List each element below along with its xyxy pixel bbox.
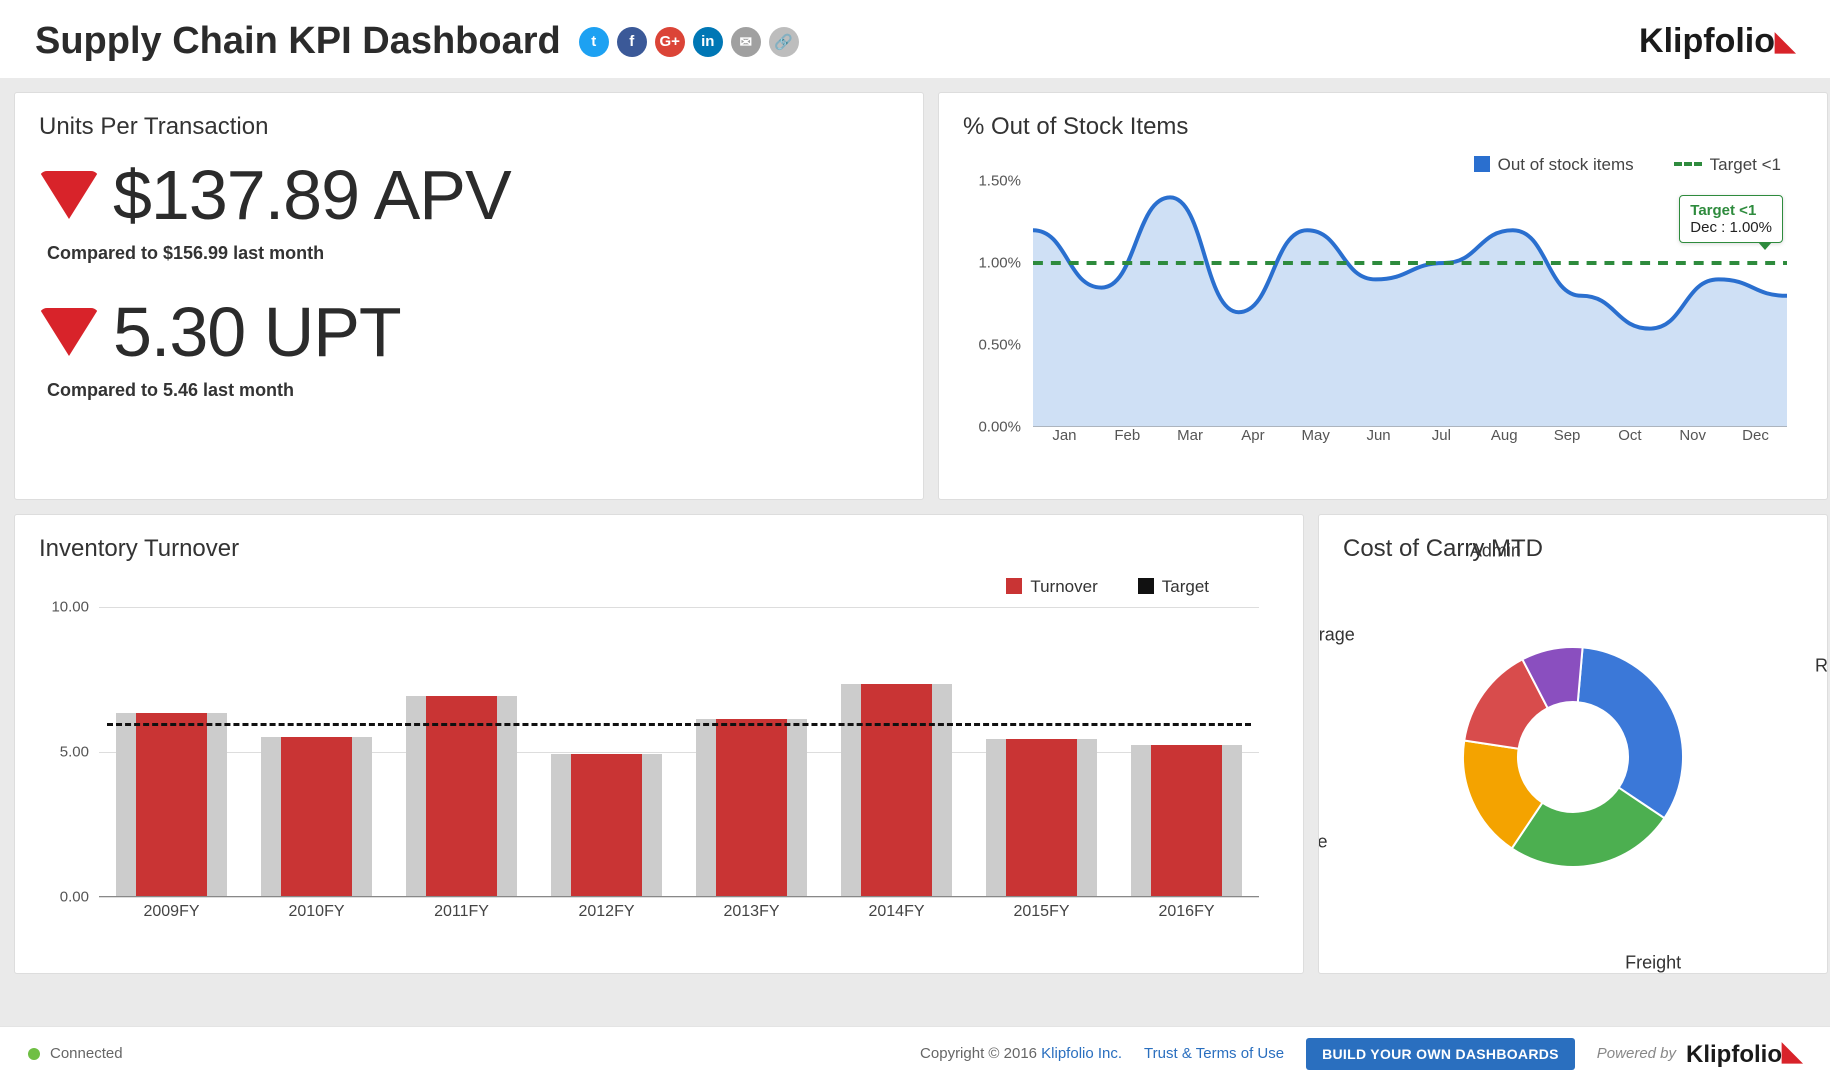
company-link[interactable]: Klipfolio Inc. (1041, 1045, 1122, 1062)
dashed-line-icon (1674, 162, 1702, 166)
legend-item: Out of stock items (1498, 155, 1634, 174)
x-axis: 2009FY2010FY2011FY2012FY2013FY2014FY2015… (99, 897, 1259, 927)
panel-cost-of-carry: Cost of Carry MTD RiskFreightServiceStor… (1318, 514, 1828, 974)
donut-label: Freight (1625, 953, 1681, 974)
social-share: t f G+ in ✉ 🔗 (579, 27, 799, 57)
x-axis: JanFebMarAprMayJunJulAugSepOctNovDec (1033, 427, 1787, 451)
donut-label: Service (1318, 831, 1328, 852)
panel-out-of-stock: % Out of Stock Items Out of stock items … (938, 92, 1828, 500)
chart-legend: Out of stock items Target <1 (963, 155, 1781, 175)
trend-down-icon (39, 308, 99, 356)
header: Supply Chain KPI Dashboard t f G+ in ✉ 🔗… (0, 0, 1830, 78)
panel-title: % Out of Stock Items (963, 113, 1803, 141)
link-icon[interactable]: 🔗 (769, 27, 799, 57)
status-indicator-icon (28, 1048, 40, 1060)
panel-units-per-transaction: Units Per Transaction $137.89 APV Compar… (14, 92, 924, 500)
email-icon[interactable]: ✉ (731, 27, 761, 57)
panel-title: Inventory Turnover (39, 535, 1279, 563)
apv-value: $137.89 APV (113, 155, 511, 235)
upt-compare: Compared to 5.46 last month (47, 380, 899, 401)
legend-item: Turnover (1030, 577, 1097, 596)
panel-title: Cost of Carry MTD (1343, 535, 1803, 563)
cost-of-carry-chart[interactable]: RiskFreightServiceStorageAdmin (1343, 577, 1803, 937)
panel-inventory-turnover: Inventory Turnover Turnover Target 10.00… (14, 514, 1304, 974)
terms-link[interactable]: Trust & Terms of Use (1144, 1045, 1284, 1062)
y-axis: 1.50%1.00%0.50%0.00% (963, 181, 1027, 427)
linkedin-icon[interactable]: in (693, 27, 723, 57)
dashboard-body: Units Per Transaction $137.89 APV Compar… (0, 78, 1830, 1026)
build-dashboards-button[interactable]: BUILD YOUR OWN DASHBOARDS (1306, 1038, 1575, 1070)
trend-down-icon (39, 171, 99, 219)
status-label: Connected (50, 1045, 123, 1062)
out-of-stock-chart[interactable]: 1.50%1.00%0.50%0.00% JanFebMarAprMayJunJ… (1033, 181, 1787, 451)
legend-item: Target <1 (1710, 155, 1781, 174)
donut-label: Admin (1470, 541, 1521, 562)
y-axis: 10.005.000.00 (41, 607, 93, 897)
twitter-icon[interactable]: t (579, 27, 609, 57)
legend-item: Target (1162, 577, 1209, 596)
chart-legend: Turnover Target (39, 577, 1209, 597)
facebook-icon[interactable]: f (617, 27, 647, 57)
panel-title: Units Per Transaction (39, 113, 899, 141)
footer: Connected Copyright © 2016 Klipfolio Inc… (0, 1026, 1830, 1080)
page-title: Supply Chain KPI Dashboard (35, 20, 561, 63)
powered-by: Powered by Klipfolio◣ (1597, 1038, 1802, 1069)
copyright: Copyright © 2016 Klipfolio Inc. (920, 1045, 1122, 1062)
brand-logo: Klipfolio◣ (1639, 22, 1795, 61)
googleplus-icon[interactable]: G+ (655, 27, 685, 57)
donut-label: Storage (1318, 624, 1355, 645)
chart-tooltip: Target <1 Dec : 1.00% (1679, 195, 1783, 243)
inventory-turnover-chart[interactable]: 10.005.000.00 2009FY2010FY2011FY201 (99, 607, 1259, 927)
donut-label: Risk (1815, 656, 1828, 677)
upt-value: 5.30 UPT (113, 292, 401, 372)
apv-compare: Compared to $156.99 last month (47, 243, 899, 264)
